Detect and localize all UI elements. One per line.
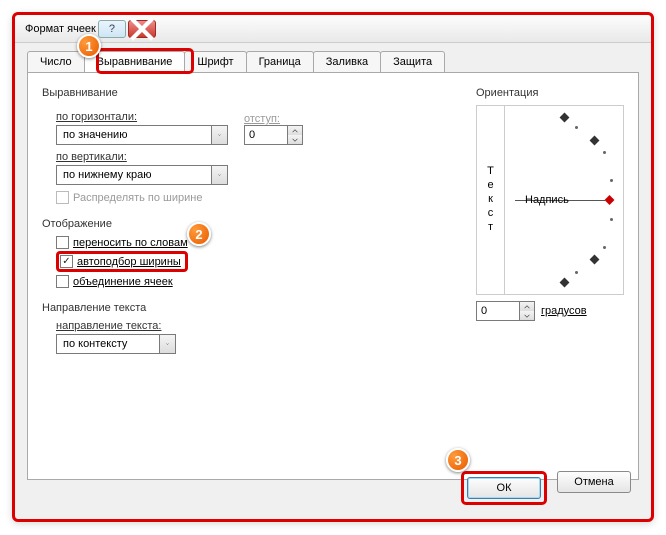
merge-label: объединение ячеек [73,276,173,288]
indent-spinner[interactable] [244,125,303,145]
chevron-down-icon [159,335,175,353]
orientation-section: Ориентация [476,87,624,99]
horizontal-label: по горизонтали: [56,111,228,123]
chevron-down-icon [211,166,227,184]
degrees-value[interactable] [477,302,519,320]
wrap-checkbox[interactable] [56,236,69,249]
window-title: Формат ячеек [25,23,96,35]
autofit-highlight: автоподбор ширины [56,251,188,272]
alignment-section: Выравнивание [42,87,458,99]
help-button[interactable]: ? [98,20,126,38]
indent-label: отступ: [244,113,303,125]
autofit-label: автоподбор ширины [77,256,181,268]
display-section: Отображение [42,218,458,230]
ok-highlight: ОК [461,471,547,505]
spin-up-icon[interactable] [520,302,534,311]
merge-checkbox[interactable] [56,275,69,288]
spin-down-icon[interactable] [288,135,302,144]
horizontal-combo[interactable]: по значению [56,125,228,145]
tab-alignment[interactable]: Выравнивание [84,51,186,72]
tab-border[interactable]: Граница [246,51,314,72]
distribute-label: Распределять по ширине [73,192,202,204]
degrees-label: градусов [541,305,587,317]
indent-value[interactable] [245,126,287,144]
tab-font[interactable]: Шрифт [184,51,246,72]
vertical-label: по вертикали: [56,151,458,163]
tab-fill[interactable]: Заливка [313,51,381,72]
text-direction-value: по контексту [57,338,159,350]
wrap-label: переносить по словам [73,237,188,249]
ok-button[interactable]: ОК [467,477,541,499]
cancel-button[interactable]: Отмена [557,471,631,493]
chevron-down-icon [211,126,227,144]
orientation-vertical-text[interactable]: Текст [477,106,505,294]
orientation-dial[interactable]: Надпись [511,112,617,288]
tab-strip: Число Выравнивание Шрифт Граница Заливка… [27,51,639,72]
close-button[interactable] [128,20,156,38]
text-direction-section: Направление текста [42,302,458,314]
vertical-value: по нижнему краю [57,169,211,181]
tab-protection[interactable]: Защита [380,51,445,72]
spin-up-icon[interactable] [288,126,302,135]
tab-number[interactable]: Число [27,51,85,72]
titlebar: Формат ячеек ? [15,15,651,43]
orientation-handle[interactable] [605,195,615,205]
text-direction-label: направление текста: [56,320,458,332]
orientation-needle-label: Надпись [525,194,569,206]
autofit-checkbox[interactable] [60,255,73,268]
orientation-control[interactable]: Текст [476,105,624,295]
vertical-combo[interactable]: по нижнему краю [56,165,228,185]
spin-down-icon[interactable] [520,311,534,320]
degrees-spinner[interactable] [476,301,535,321]
horizontal-value: по значению [57,129,211,141]
text-direction-combo[interactable]: по контексту [56,334,176,354]
distribute-checkbox [56,191,69,204]
